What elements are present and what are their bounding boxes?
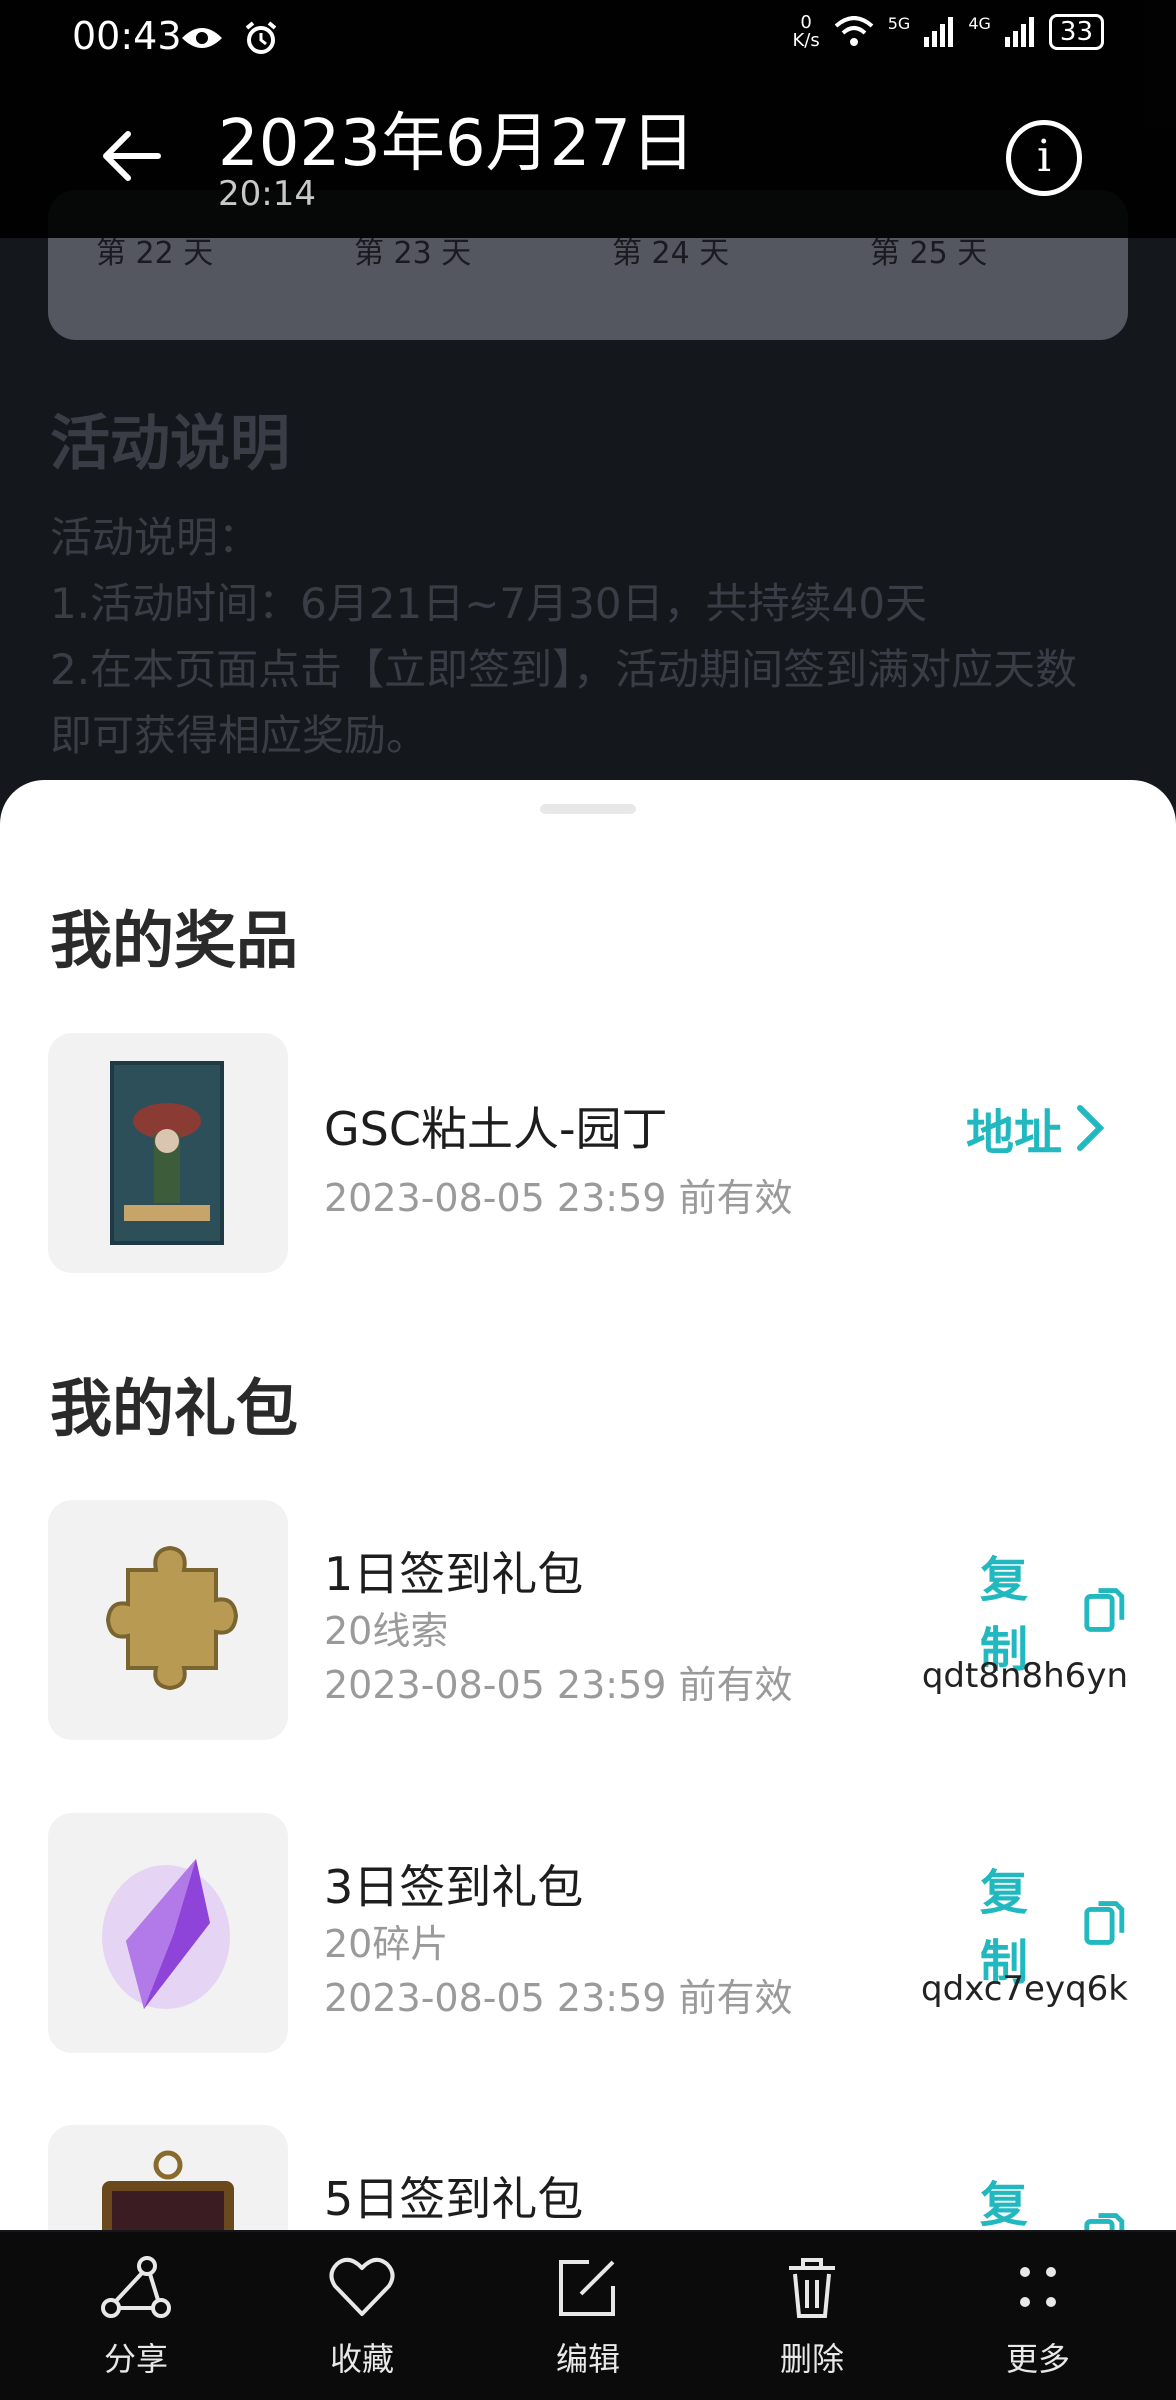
gift-expiry: 2023-08-05 23:59 前有效 bbox=[324, 1663, 793, 1707]
address-label: 地址 bbox=[966, 1105, 1063, 1161]
copy-icon bbox=[1084, 1901, 1125, 1945]
bottom-toolbar: 分享 收藏 编辑 删除 更多 bbox=[0, 2232, 1176, 2400]
edit-label: 编辑 bbox=[555, 2340, 620, 2378]
delete-label: 删除 bbox=[779, 2340, 844, 2378]
prize-row[interactable]: GSC粘土人-园丁 2023-08-05 23:59 前有效 地址 bbox=[48, 1033, 1128, 1273]
prizes-section-title: 我的奖品 bbox=[50, 904, 299, 977]
poster-image bbox=[110, 1061, 224, 1245]
share-icon bbox=[101, 2256, 171, 2318]
eye-icon bbox=[182, 27, 222, 48]
share-label: 分享 bbox=[103, 2340, 168, 2378]
trash-icon bbox=[789, 2258, 835, 2318]
battery-indicator: 33 bbox=[1048, 14, 1104, 50]
wifi-icon bbox=[834, 16, 874, 46]
prize-name: GSC粘土人-园丁 bbox=[324, 1102, 668, 1156]
copy-label: 复制 bbox=[980, 2177, 1029, 2230]
gift-row[interactable]: 5日签到礼包 复制 bbox=[48, 2125, 1128, 2230]
gift-expiry: 2023-08-05 23:59 前有效 bbox=[324, 1976, 793, 2020]
info-icon: i bbox=[1036, 131, 1052, 182]
back-button[interactable] bbox=[96, 118, 176, 198]
sheet-drag-handle[interactable] bbox=[540, 804, 636, 814]
activity-section-title: 活动说明 bbox=[50, 409, 290, 479]
more-label: 更多 bbox=[1005, 2340, 1070, 2378]
prize-thumbnail bbox=[48, 1033, 288, 1273]
share-button[interactable]: 分享 bbox=[46, 2256, 226, 2386]
gift-row[interactable]: 3日签到礼包 20碎片 2023-08-05 23:59 前有效 复制 qdxc… bbox=[48, 1813, 1128, 2053]
more-button[interactable]: 更多 bbox=[948, 2256, 1128, 2386]
crystal-shard-image bbox=[102, 1859, 230, 2009]
copy-button[interactable]: 复制 bbox=[980, 2165, 1128, 2230]
chevron-right-icon bbox=[1077, 1105, 1105, 1151]
arrow-left-icon bbox=[103, 131, 161, 181]
favorite-label: 收藏 bbox=[329, 2340, 394, 2378]
puzzle-piece-image bbox=[105, 1545, 239, 1691]
bottom-sheet: 我的奖品 GSC粘土人-园丁 2023-08-05 23:59 前有效 地址 我… bbox=[0, 780, 1176, 2230]
more-icon bbox=[1020, 2267, 1056, 2307]
gifts-section-title: 我的礼包 bbox=[50, 1372, 299, 1445]
framed-badge-image bbox=[102, 2150, 234, 2230]
gift-name: 1日签到礼包 bbox=[324, 1547, 584, 1601]
gift-name: 5日签到礼包 bbox=[324, 2172, 584, 2226]
gift-thumbnail bbox=[48, 1500, 288, 1740]
edit-button[interactable]: 编辑 bbox=[498, 2256, 678, 2386]
page-title: 2023年6月27日 bbox=[218, 107, 696, 181]
page-subtitle: 20:14 bbox=[218, 174, 316, 214]
copy-icon bbox=[1084, 2213, 1125, 2230]
favorite-button[interactable]: 收藏 bbox=[272, 2256, 452, 2386]
gift-description: 20线索 bbox=[324, 1609, 449, 1653]
status-notification-icons bbox=[180, 16, 279, 56]
top-bar: 00:43 0 K/s 5G 4G 33 2023年6月27日 20:14 i bbox=[0, 0, 1176, 238]
signal-icon bbox=[1004, 17, 1034, 47]
gift-description: 20碎片 bbox=[324, 1922, 449, 1966]
network-5g-label: 5G bbox=[887, 14, 911, 33]
alarm-icon bbox=[245, 20, 277, 54]
status-time: 00:43 bbox=[72, 14, 182, 58]
network-speed: 0 K/s bbox=[792, 12, 820, 51]
status-right-icons: 0 K/s 5G 4G 33 bbox=[792, 12, 1104, 51]
info-button[interactable]: i bbox=[1006, 120, 1082, 196]
edit-icon bbox=[559, 2260, 615, 2316]
gift-code: qdt8n8h6yn bbox=[921, 1656, 1128, 1696]
gift-code: qdxc7eyq6k bbox=[921, 1969, 1128, 2009]
prize-expiry: 2023-08-05 23:59 前有效 bbox=[324, 1176, 793, 1220]
address-button[interactable]: 地址 bbox=[966, 1093, 1110, 1163]
activity-description: 活动说明： 1.活动时间：6月21日~7月30日，共持续40天 2.在本页面点击… bbox=[50, 513, 1078, 760]
delete-button[interactable]: 删除 bbox=[722, 2256, 902, 2386]
status-bar: 00:43 0 K/s 5G 4G 33 bbox=[0, 0, 1176, 72]
signal-icon bbox=[924, 17, 954, 47]
gift-name: 3日签到礼包 bbox=[324, 1860, 584, 1914]
heart-icon bbox=[329, 2257, 395, 2316]
gift-thumbnail bbox=[48, 1813, 288, 2053]
network-4g-label: 4G bbox=[968, 14, 991, 33]
gift-thumbnail bbox=[48, 2125, 288, 2230]
gift-row[interactable]: 1日签到礼包 20线索 2023-08-05 23:59 前有效 复制 qdt8… bbox=[48, 1500, 1128, 1740]
copy-icon bbox=[1084, 1588, 1125, 1632]
